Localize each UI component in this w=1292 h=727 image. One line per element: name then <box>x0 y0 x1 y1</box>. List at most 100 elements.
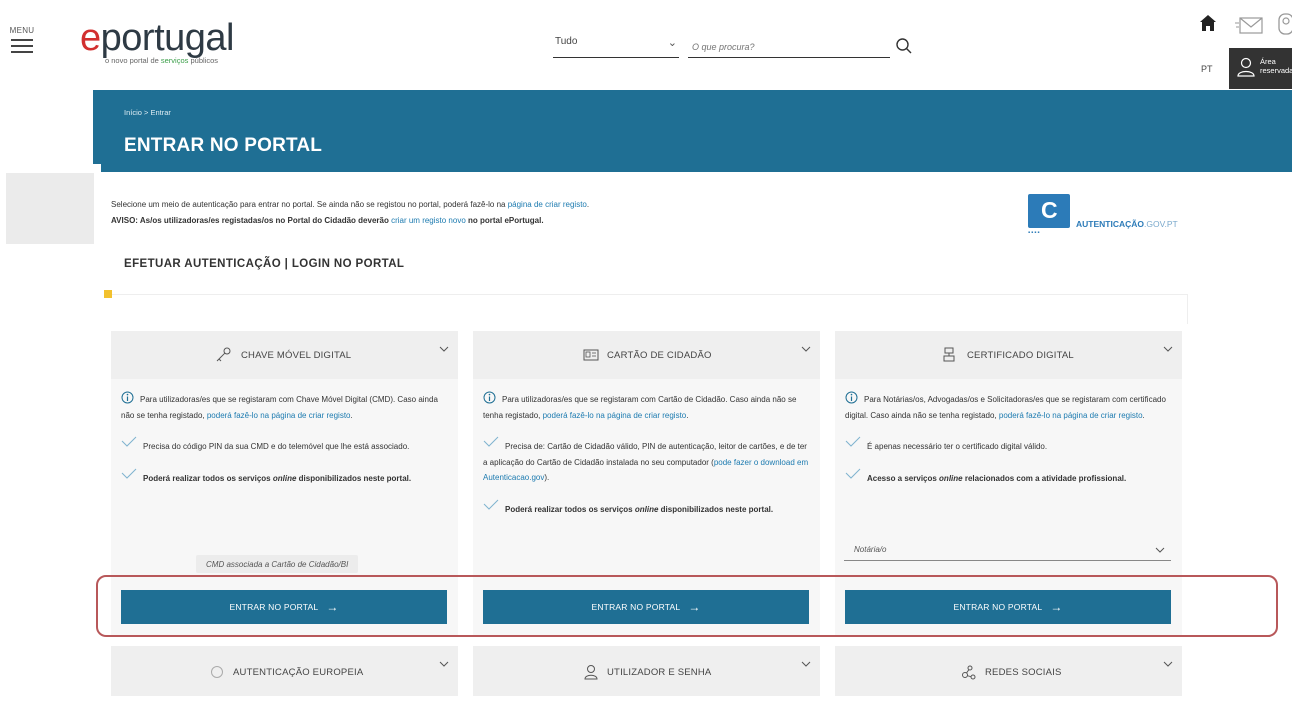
info-icon <box>845 391 858 404</box>
tagline-green: serviços <box>160 56 189 65</box>
hamburger-icon-bar <box>11 51 33 53</box>
auth-card-username-password[interactable]: UTILIZADOR E SENHA <box>473 646 820 696</box>
side-placeholder <box>6 173 94 244</box>
card-header-digital-certificate[interactable]: CERTIFICADO DIGITAL <box>835 331 1182 379</box>
create-new-registration-link[interactable]: criar um registo novo <box>391 216 466 225</box>
chevron-down-icon[interactable] <box>801 660 811 668</box>
warning-text: AVISO: As/os utilizadoras/es registadas/… <box>111 216 392 225</box>
create-registration-link[interactable]: página de criar registo <box>508 200 587 209</box>
check-text: Precisa do código PIN da sua CMD e do te… <box>143 442 410 451</box>
check-text: É apenas necessário ter o certificado di… <box>867 442 1048 451</box>
menu-button[interactable]: MENU <box>8 26 36 53</box>
section-marker <box>104 290 112 298</box>
user-icon <box>584 665 598 680</box>
autenticacao-logo-mark: C ▪▪▪▪ <box>1028 194 1070 236</box>
info-end: . <box>686 410 689 420</box>
hamburger-icon-bar <box>11 45 33 47</box>
card-title: CERTIFICADO DIGITAL <box>967 350 1074 361</box>
mail-icon[interactable] <box>1235 14 1265 36</box>
check-icon <box>121 436 137 447</box>
logo-wordmark: eportugal <box>80 18 234 58</box>
eu-circle-icon <box>211 666 223 678</box>
chevron-down-icon[interactable] <box>1163 345 1173 353</box>
card-body-digital-certificate: Para Notárias/os, Advogadas/os e Solicit… <box>845 391 1175 499</box>
auth-card-european[interactable]: AUTENTICAÇÃO EUROPEIA <box>111 646 458 696</box>
check-text-italic: online <box>939 473 963 483</box>
autenticacao-logo-text: AUTENTICAÇÃO.GOV.PT <box>1076 219 1178 229</box>
info-icon <box>121 391 134 404</box>
check-text-bold-end: relacionados com a atividade profissiona… <box>962 473 1127 483</box>
check-row: Acesso a serviços online relacionados co… <box>845 468 1175 487</box>
check-text-bold-end: disponibilizados neste portal. <box>296 473 412 483</box>
intro-line-2: AVISO: As/os utilizadoras/es registadas/… <box>111 213 589 229</box>
key-icon <box>216 347 231 362</box>
info-icon <box>483 391 496 404</box>
band-notch <box>93 164 101 172</box>
check-icon <box>845 436 861 447</box>
autenticacao-logo-light: .GOV.PT <box>1144 219 1178 229</box>
id-card-icon <box>583 349 599 361</box>
profession-select[interactable]: Notária/o <box>844 539 1171 561</box>
logo-e: e <box>80 17 101 59</box>
divider-vertical <box>1187 294 1188 324</box>
check-icon <box>483 436 499 447</box>
user-icon <box>1237 57 1255 77</box>
breadcrumb[interactable]: Início > Entrar <box>124 108 171 117</box>
create-registration-link[interactable]: poderá fazê-lo na página de criar regist… <box>207 411 351 420</box>
chevron-down-icon <box>1155 547 1165 553</box>
card-body-citizen-card: Para utilizadoras/es que se registaram c… <box>483 391 813 530</box>
search-scope-value: Tudo <box>555 36 578 47</box>
divider <box>112 294 1188 295</box>
card-title: REDES SOCIAIS <box>985 667 1062 678</box>
info-row: Para utilizadoras/es que se registaram c… <box>483 391 813 423</box>
user-profile-icon[interactable] <box>1276 12 1292 36</box>
chevron-down-icon[interactable] <box>801 345 811 353</box>
check-text-bold-end: disponibilizados neste portal. <box>658 504 774 514</box>
check-icon <box>845 468 861 479</box>
certificate-icon <box>943 347 955 362</box>
chevron-down-icon: ⌄ <box>667 37 677 49</box>
profession-select-value: Notária/o <box>854 545 887 554</box>
eportugal-logo[interactable]: eportugal o novo portal de serviços públ… <box>80 18 234 65</box>
check-text-bold: Poderá realizar todos os serviços <box>143 473 273 483</box>
create-registration-link[interactable]: poderá fazê-lo na página de criar regist… <box>543 411 687 420</box>
check-text-bold: Poderá realizar todos os serviços <box>505 504 635 514</box>
intro-line1-end: . <box>586 200 590 209</box>
chevron-down-icon[interactable] <box>1163 660 1173 668</box>
search-scope-select[interactable]: Tudo ⌄ <box>553 36 679 58</box>
share-icon <box>962 665 976 680</box>
card-header-cmd[interactable]: CHAVE MÓVEL DIGITAL <box>111 331 458 379</box>
logo-tagline: o novo portal de serviços públicos <box>105 56 234 65</box>
language-selector[interactable]: PT <box>1201 64 1213 74</box>
tagline-end: públicos <box>188 56 218 65</box>
check-row: É apenas necessário ter o certificado di… <box>845 436 1175 455</box>
logo-word: portugal <box>100 17 235 59</box>
chevron-down-icon[interactable] <box>439 660 449 668</box>
create-registration-link[interactable]: poderá fazê-lo na página de criar regist… <box>999 411 1143 420</box>
search-input[interactable] <box>688 36 890 58</box>
search-icon[interactable] <box>895 37 913 55</box>
check-text-end: ). <box>544 473 550 482</box>
check-icon <box>121 468 137 479</box>
check-text-italic: online <box>272 473 297 483</box>
highlight-box <box>96 575 1278 637</box>
card-header-citizen-card[interactable]: CARTÃO DE CIDADÃO <box>473 331 820 379</box>
check-row: Poderá realizar todos os serviços online… <box>483 499 813 518</box>
cmd-linked-tag[interactable]: CMD associada a Cartão de Cidadão/BI <box>196 555 359 573</box>
chevron-down-icon[interactable] <box>439 345 449 353</box>
auth-card-social-networks[interactable]: REDES SOCIAIS <box>835 646 1182 696</box>
tagline-start: o novo portal de <box>105 56 161 65</box>
reserved-area-label: Área reservada <box>1260 57 1292 75</box>
reserved-area-button[interactable]: Área reservada <box>1229 48 1292 89</box>
logo-dots: ▪▪▪▪ <box>1028 230 1041 236</box>
info-row: Para Notárias/os, Advogadas/os e Solicit… <box>845 391 1175 423</box>
info-end: . <box>1142 410 1145 420</box>
home-icon[interactable] <box>1199 14 1217 32</box>
check-row: Precisa de: Cartão de Cidadão válido, PI… <box>483 436 813 486</box>
autenticacao-c-glyph: C <box>1041 197 1058 223</box>
menu-label: MENU <box>9 26 35 35</box>
check-text-italic: online <box>634 504 659 514</box>
card-body-cmd: Para utilizadoras/es que se registaram c… <box>121 391 451 499</box>
info-end: . <box>350 410 353 420</box>
autenticacao-logo-bold: AUTENTICAÇÃO <box>1076 219 1144 229</box>
